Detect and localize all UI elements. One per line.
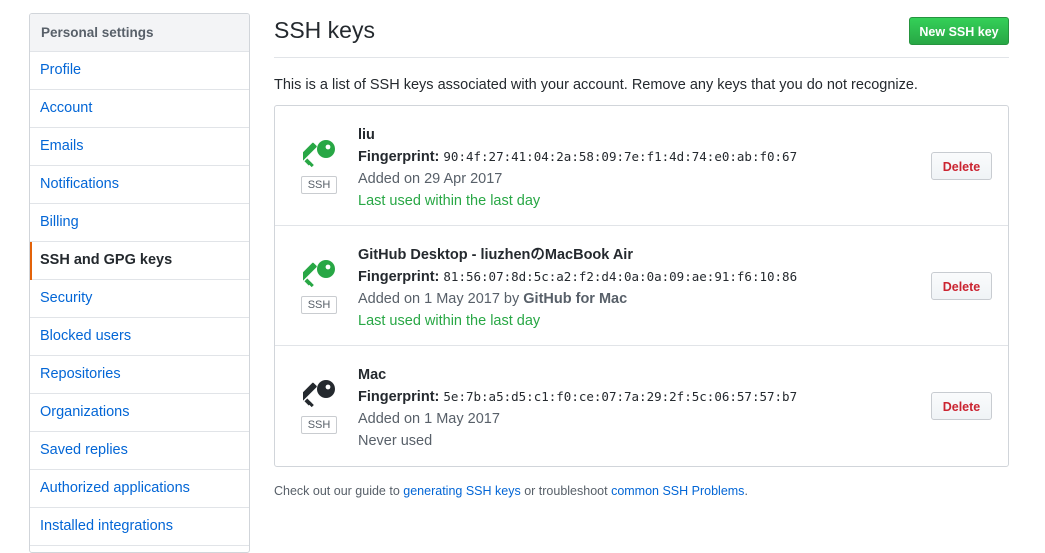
added-date-text: Added on 1 May 2017 by (358, 291, 520, 307)
key-details: Mac Fingerprint: 5e:7b:a5:d5:c1:f0:ce:07… (358, 364, 797, 452)
usage-status: Never used (358, 433, 433, 449)
delete-key-button[interactable]: Delete (931, 152, 992, 180)
fingerprint-label: Fingerprint: (358, 149, 440, 165)
delete-key-button[interactable]: Delete (931, 272, 992, 300)
footer-prefix: Check out our guide to (274, 484, 400, 498)
sidebar-item-security[interactable]: Security (30, 280, 249, 318)
key-icon (303, 140, 335, 168)
added-by-app: GitHub for Mac (523, 291, 628, 307)
key-details: GitHub Desktop - liuzhenのMacBook Air Fin… (358, 244, 797, 332)
fingerprint-label: Fingerprint: (358, 389, 440, 405)
footer-suffix: . (744, 484, 748, 498)
sidebar-item-authorized-applications[interactable]: Authorized applications (30, 470, 249, 508)
ssh-key-row: SSH liu Fingerprint: 90:4f:27:41:04:2a:5… (275, 106, 1008, 226)
sidebar-item-installed-integrations[interactable]: Installed integrations (30, 508, 249, 546)
title-divider (274, 57, 1009, 58)
intro-text: This is a list of SSH keys associated wi… (274, 77, 918, 93)
sidebar-header: Personal settings (30, 14, 249, 52)
sidebar-item-blocked-users[interactable]: Blocked users (30, 318, 249, 356)
settings-sidebar: Personal settings Profile Account Emails… (29, 13, 250, 553)
ssh-type-label: SSH (301, 416, 337, 434)
added-date: Added on 1 May 2017 by GitHub for Mac (358, 288, 797, 310)
sidebar-item-organizations[interactable]: Organizations (30, 394, 249, 432)
fingerprint-value: 5e:7b:a5:d5:c1:f0:ce:07:7a:29:2f:5c:06:5… (443, 389, 798, 404)
sidebar-item-account[interactable]: Account (30, 90, 249, 128)
sidebar-item-emails[interactable]: Emails (30, 128, 249, 166)
fingerprint-line: Fingerprint: 5e:7b:a5:d5:c1:f0:ce:07:7a:… (358, 386, 797, 408)
footer-middle: or troubleshoot (524, 484, 608, 498)
added-date: Added on 29 Apr 2017 (358, 171, 503, 187)
fingerprint-value: 81:56:07:8d:5c:a2:f2:d4:0a:0a:09:ae:91:f… (443, 269, 798, 284)
sidebar-item-saved-replies[interactable]: Saved replies (30, 432, 249, 470)
common-ssh-problems-link[interactable]: common SSH Problems (611, 484, 744, 498)
ssh-key-row: SSH GitHub Desktop - liuzhenのMacBook Air… (275, 226, 1008, 346)
ssh-type-label: SSH (301, 296, 337, 314)
generating-ssh-keys-link[interactable]: generating SSH keys (403, 484, 520, 498)
page-title: SSH keys (274, 17, 375, 43)
sidebar-item-billing[interactable]: Billing (30, 204, 249, 242)
added-date: Added on 1 May 2017 (358, 411, 500, 427)
fingerprint-line: Fingerprint: 81:56:07:8d:5c:a2:f2:d4:0a:… (358, 266, 797, 288)
usage-status: Last used within the last day (358, 193, 541, 209)
fingerprint-line: Fingerprint: 90:4f:27:41:04:2a:58:09:7e:… (358, 146, 797, 168)
fingerprint-label: Fingerprint: (358, 269, 440, 285)
delete-key-button[interactable]: Delete (931, 392, 992, 420)
key-details: liu Fingerprint: 90:4f:27:41:04:2a:58:09… (358, 124, 797, 212)
sidebar-item-notifications[interactable]: Notifications (30, 166, 249, 204)
ssh-type-label: SSH (301, 176, 337, 194)
key-title: Mac (358, 367, 387, 383)
sidebar-item-repositories[interactable]: Repositories (30, 356, 249, 394)
footer-help-text: Check out our guide to generating SSH ke… (274, 484, 748, 498)
usage-status: Last used within the last day (358, 313, 541, 329)
ssh-key-row: SSH Mac Fingerprint: 5e:7b:a5:d5:c1:f0:c… (275, 346, 1008, 466)
key-title: liu (358, 127, 375, 143)
key-icon (303, 260, 335, 288)
key-icon (303, 380, 335, 408)
sidebar-item-ssh-gpg-keys[interactable]: SSH and GPG keys (30, 242, 249, 280)
fingerprint-value: 90:4f:27:41:04:2a:58:09:7e:f1:4d:74:e0:a… (443, 149, 798, 164)
ssh-key-list: SSH liu Fingerprint: 90:4f:27:41:04:2a:5… (274, 105, 1009, 467)
new-ssh-key-button[interactable]: New SSH key (909, 17, 1009, 45)
key-title: GitHub Desktop - liuzhenのMacBook Air (358, 247, 633, 263)
sidebar-item-profile[interactable]: Profile (30, 52, 249, 90)
